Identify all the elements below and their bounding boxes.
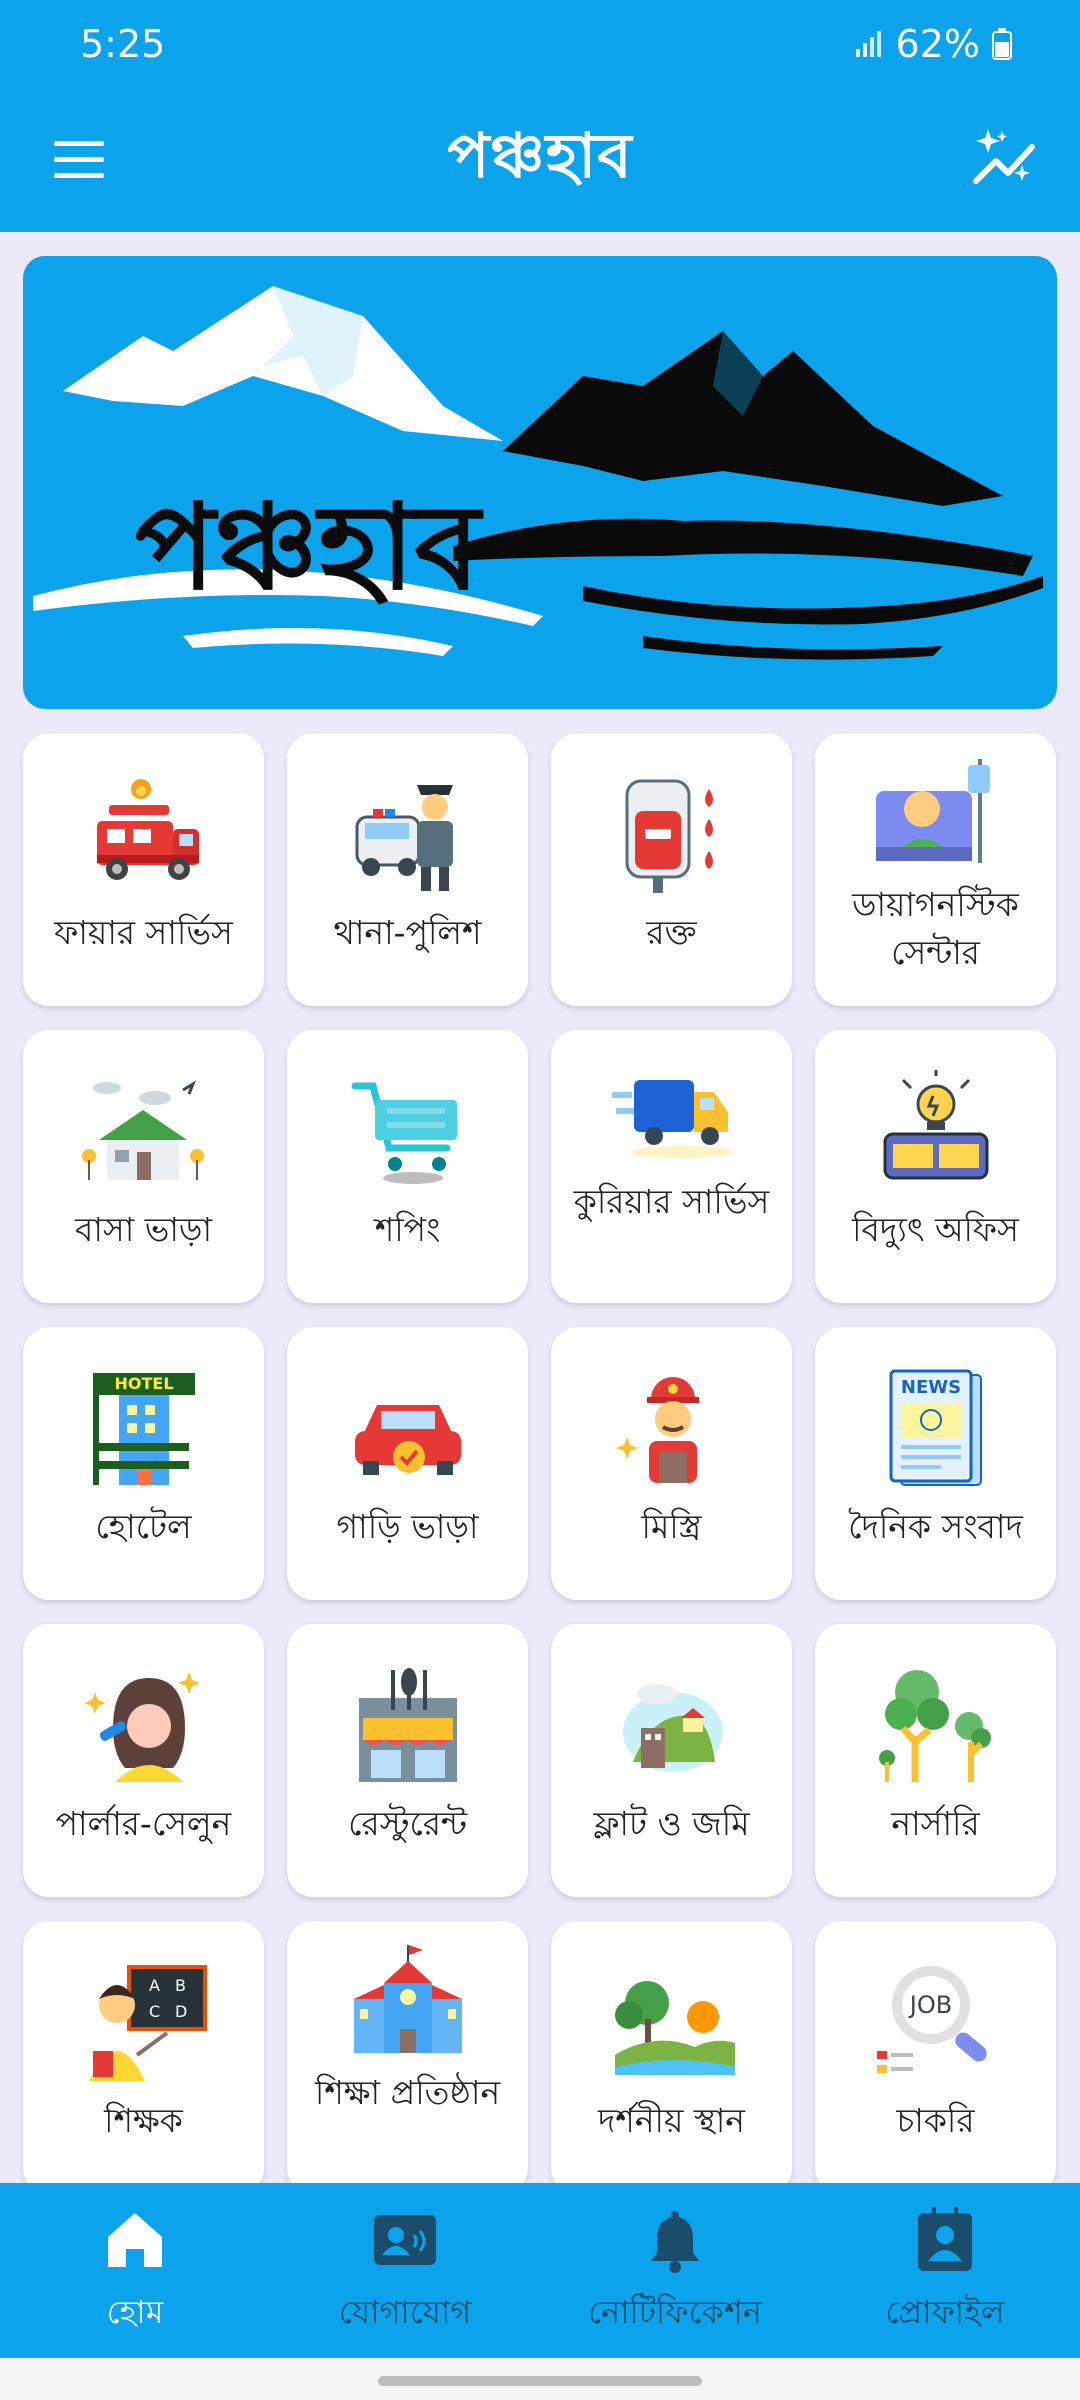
battery-icon — [992, 28, 1012, 60]
service-label: নার্সারি — [891, 1804, 980, 1843]
nav-home[interactable]: হোম — [0, 2183, 270, 2358]
bottom-navigation: হোম যোগাযোগ নোটিফিকেশন প্রোফাইল — [0, 2183, 1080, 2358]
delivery-truck-icon — [611, 1052, 732, 1170]
service-label: গাড়ি ভাড়া — [336, 1507, 479, 1546]
restaurant-icon — [343, 1662, 473, 1792]
service-label: শপিং — [374, 1210, 441, 1249]
service-tile-job[interactable]: JOB চাকরি — [815, 1921, 1056, 2194]
service-tile-nursery[interactable]: নার্সারি — [815, 1624, 1056, 1897]
nav-label: যোগাযোগ — [338, 2293, 472, 2331]
tree-icon — [871, 1662, 1001, 1792]
nav-notifications[interactable]: নোটিফিকেশন — [540, 2183, 810, 2358]
service-label: চাকরি — [896, 2101, 975, 2140]
status-indicators: 62% — [854, 22, 1012, 66]
nav-label: প্রোফাইল — [885, 2293, 1005, 2331]
signal-icon — [855, 31, 881, 57]
service-tile-flat-land[interactable]: ফ্লাট ও জমি — [551, 1624, 792, 1897]
job-search-icon: JOB — [871, 1959, 1001, 2089]
nav-contacts[interactable]: যোগাযোগ — [270, 2183, 540, 2358]
svg-text:HOTEL: HOTEL — [114, 1374, 173, 1393]
blood-bag-icon — [607, 771, 737, 901]
svg-text:A: A — [149, 1976, 160, 1995]
service-label: হোটেল — [95, 1507, 192, 1546]
service-tile-car-rent[interactable]: গাড়ি ভাড়া — [287, 1327, 528, 1600]
house-icon — [79, 1068, 209, 1198]
service-tile-courier[interactable]: কুরিয়ার সার্ভিস — [551, 1030, 792, 1303]
service-tile-electricity-office[interactable]: বিদ্যুৎ অফিস — [815, 1030, 1056, 1303]
nav-label: নোটিফিকেশন — [588, 2293, 762, 2331]
service-label: বিদ্যুৎ অফিস — [852, 1210, 1019, 1249]
service-label: ফায়ার সার্ভিস — [54, 913, 233, 952]
services-grid: ফায়ার সার্ভিস থানা-পুলিশ রক্ত ডায়াগনস্… — [23, 733, 1057, 2194]
service-label: শিক্ষা প্রতিষ্ঠান — [314, 2073, 501, 2112]
app-title: পঞ্চহাব — [447, 119, 633, 192]
hotel-icon: HOTEL — [79, 1365, 209, 1495]
service-tile-shopping[interactable]: শপিং — [287, 1030, 528, 1303]
service-tile-fire-service[interactable]: ফায়ার সার্ভিস — [23, 733, 264, 1006]
contacts-icon — [374, 2215, 436, 2265]
electricity-icon — [871, 1068, 1001, 1198]
service-tile-mechanic[interactable]: মিস্ত্রি — [551, 1327, 792, 1600]
service-label: বাসা ভাড়া — [74, 1210, 213, 1249]
service-tile-blood[interactable]: রক্ত — [551, 733, 792, 1006]
teacher-icon: A B C D — [79, 1959, 209, 2089]
school-icon — [348, 1943, 468, 2061]
service-tile-parlour-salon[interactable]: পার্লার-সেলুন — [23, 1624, 264, 1897]
service-tile-teacher[interactable]: A B C D শিক্ষক — [23, 1921, 264, 2194]
hero-banner: পঞ্চহাব — [23, 256, 1057, 709]
service-label: দর্শনীয় স্থান — [597, 2101, 746, 2140]
worker-icon — [607, 1365, 737, 1495]
svg-text:C: C — [149, 2002, 160, 2021]
shopping-cart-icon — [343, 1068, 473, 1198]
land-icon — [607, 1662, 737, 1792]
system-gesture-area — [0, 2358, 1080, 2400]
gesture-handle[interactable] — [378, 2376, 702, 2386]
bell-icon — [651, 2211, 699, 2273]
service-tile-house-rent[interactable]: বাসা ভাড়া — [23, 1030, 264, 1303]
svg-text:NEWS: NEWS — [900, 1377, 960, 1398]
service-tile-tourist-place[interactable]: দর্শনীয় স্থান — [551, 1921, 792, 2194]
nav-profile[interactable]: প্রোফাইল — [810, 2183, 1080, 2358]
status-time: 5:25 — [80, 22, 166, 66]
service-tile-diagnostic[interactable]: ডায়াগনস্টিক সেন্টার — [815, 733, 1056, 1006]
beauty-icon — [79, 1662, 209, 1792]
app-bar: পঞ্চহাব — [0, 95, 1080, 232]
service-tile-restaurant[interactable]: রেস্টুরেন্ট — [287, 1624, 528, 1897]
svg-text:JOB: JOB — [907, 1991, 951, 2019]
home-icon — [108, 2213, 162, 2267]
service-label: ডায়াগনস্টিক সেন্টার — [852, 885, 1019, 972]
svg-text:B: B — [175, 1976, 186, 1995]
service-tile-education-institute[interactable]: শিক্ষা প্রতিষ্ঠান — [287, 1921, 528, 2194]
service-label: ফ্লাট ও জমি — [593, 1804, 750, 1843]
battery-percent: 62% — [895, 22, 980, 66]
service-label: দৈনিক সংবাদ — [848, 1507, 1023, 1546]
landscape-icon — [607, 1959, 737, 2089]
service-label: রেস্টুরেন্ট — [348, 1804, 467, 1843]
patient-icon — [875, 755, 996, 873]
banner-title: পঞ্চহাব — [135, 477, 481, 616]
service-tile-police[interactable]: থানা-পুলিশ — [287, 733, 528, 1006]
ai-sparkle-icon[interactable] — [966, 121, 1042, 197]
status-bar: 5:25 62% — [0, 0, 1080, 95]
profile-icon — [918, 2207, 972, 2271]
service-label: রক্ত — [646, 913, 697, 952]
service-tile-hotel[interactable]: HOTEL হোটেল — [23, 1327, 264, 1600]
car-icon — [343, 1365, 473, 1495]
service-label: মিস্ত্রি — [641, 1507, 702, 1546]
service-label: থানা-পুলিশ — [333, 913, 482, 952]
service-tile-daily-news[interactable]: NEWS দৈনিক সংবাদ — [815, 1327, 1056, 1600]
svg-text:D: D — [175, 2002, 187, 2021]
service-label: শিক্ষক — [104, 2101, 183, 2140]
fire-truck-icon — [79, 771, 209, 901]
newspaper-icon: NEWS — [871, 1365, 1001, 1495]
service-label: পার্লার-সেলুন — [55, 1804, 232, 1843]
police-icon — [343, 771, 473, 901]
nav-label: হোম — [106, 2293, 164, 2331]
service-label: কুরিয়ার সার্ভিস — [573, 1182, 770, 1221]
